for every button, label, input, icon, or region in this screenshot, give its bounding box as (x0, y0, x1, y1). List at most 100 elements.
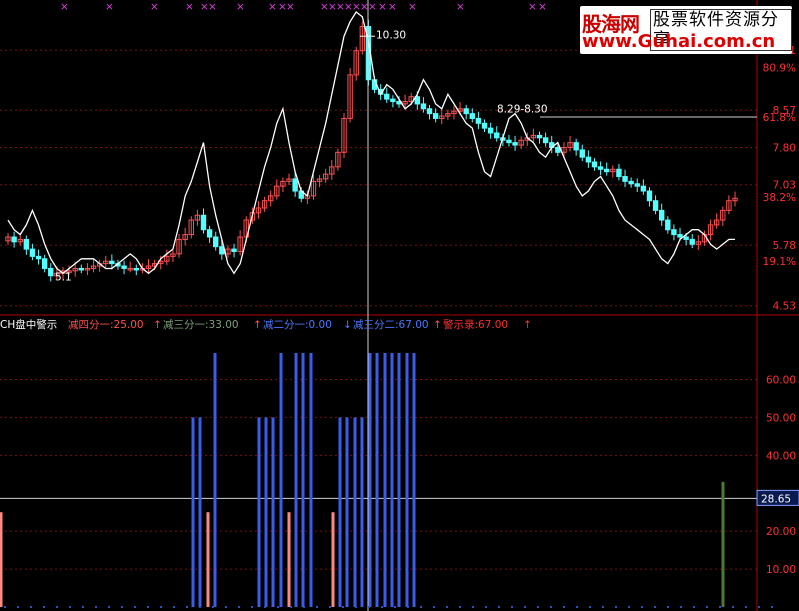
bottom-marker-dot (693, 606, 695, 608)
bottom-marker-dot (537, 606, 539, 608)
bottom-marker-dot (654, 606, 656, 608)
bottom-marker-dot (251, 606, 253, 608)
bottom-marker-dot (602, 606, 604, 608)
bottom-marker-dot (43, 606, 45, 608)
indicator-bar (375, 352, 379, 607)
top-marker: × (368, 1, 377, 13)
bottom-marker-dot (160, 606, 162, 608)
bottom-marker-dot (342, 606, 344, 608)
bottom-marker-dot (472, 606, 474, 608)
indicator-bar (360, 417, 364, 607)
candle-body (640, 185, 647, 192)
candle-body (475, 117, 482, 124)
candle-body (200, 214, 207, 231)
bottom-marker-dot (355, 606, 357, 608)
candle-body (689, 238, 695, 245)
indicator-bar (301, 352, 305, 607)
percent-tick-label: 61.8% (763, 112, 796, 124)
indicator-bar (309, 352, 313, 607)
candle-body (677, 234, 683, 238)
candle-body (11, 236, 17, 243)
bottom-marker-dot (368, 606, 370, 608)
candle-body (506, 139, 512, 144)
bottom-marker-dot (433, 606, 435, 608)
candle-body (542, 137, 549, 144)
price-tick-label: 5.78 (773, 240, 796, 252)
candle-body (109, 260, 115, 265)
indicator-bar (0, 512, 3, 607)
candle-body (634, 183, 640, 187)
indicator-bar (191, 417, 195, 607)
bottom-marker-dot (264, 606, 266, 608)
candle-body (206, 229, 213, 238)
candle-body (41, 258, 48, 269)
candle-body (628, 180, 634, 185)
bottom-marker-dot (641, 606, 643, 608)
indicator-bar (412, 352, 416, 607)
bottom-marker-dot (680, 606, 682, 608)
candle-body (658, 209, 665, 221)
top-marker: × (105, 1, 114, 13)
candle-body (585, 156, 592, 163)
bottom-marker-dot (147, 606, 149, 608)
top-marker: × (268, 1, 277, 13)
bottom-marker-dot (745, 606, 747, 608)
price-tick-label: 7.80 (773, 142, 796, 154)
indicator-bar (331, 512, 335, 607)
top-marker: × (286, 1, 295, 13)
candle-body (616, 168, 622, 178)
bottom-marker-dot (290, 606, 292, 608)
legend-arrow: ↑ (153, 319, 162, 331)
candle-body (573, 142, 579, 151)
top-marker: × (378, 1, 387, 13)
indicator-bar (338, 417, 342, 607)
price-tick-label: 4.53 (773, 301, 796, 313)
candle-body (23, 238, 30, 250)
bottom-marker-dot (225, 606, 227, 608)
bottom-marker-dot (420, 606, 422, 608)
candle-body (292, 178, 298, 192)
bottom-marker-dot (446, 606, 448, 608)
bottom-marker-dot (56, 606, 58, 608)
indicator-bar (294, 352, 298, 607)
legend-arrow: ↓ (343, 319, 352, 331)
indicator-bar (345, 417, 349, 607)
top-marker: × (150, 1, 159, 13)
candle-body (555, 146, 561, 153)
bottom-marker-dot (706, 606, 708, 608)
candle-body (78, 267, 85, 271)
legend-item: 警示录:67.00 (443, 318, 508, 331)
indicator-bar (405, 352, 409, 607)
bottom-marker-dot (758, 606, 760, 608)
candle-body (469, 113, 476, 119)
watermark-url: www.Guhai.com.cn (582, 31, 776, 52)
candle-body (481, 122, 488, 129)
top-marker: × (185, 1, 194, 13)
bottom-marker-dot (550, 606, 552, 608)
indicator-tick-label: 40.00 (766, 450, 796, 462)
legend-item: 减三分一:33.00 (163, 319, 239, 331)
bottom-marker-dot (732, 606, 734, 608)
stock-chart[interactable]: 9.818.577.807.035.784.5380.9%61.8%38.2%1… (0, 0, 799, 611)
top-marker: × (236, 1, 245, 13)
bottom-marker-dot (316, 606, 318, 608)
top-marker: × (456, 1, 465, 13)
candle-body (494, 132, 500, 139)
candle-body (652, 200, 659, 211)
candle-body (683, 236, 689, 240)
candle-body (604, 168, 610, 173)
bottom-marker-dot (17, 606, 19, 608)
bottom-marker-dot (407, 606, 409, 608)
percent-tick-label: 38.2% (763, 192, 796, 204)
candle-body (579, 149, 585, 158)
indicator-bar (383, 352, 387, 607)
bottom-marker-dot (199, 606, 201, 608)
candle-body (665, 219, 671, 231)
bottom-marker-dot (108, 606, 110, 608)
price-tick-label: 7.03 (773, 180, 796, 192)
top-marker: × (60, 1, 69, 13)
candle-body (597, 166, 604, 170)
candle-body (121, 265, 127, 269)
candle-body (29, 248, 36, 257)
percent-tick-label: 19.1% (763, 256, 796, 268)
